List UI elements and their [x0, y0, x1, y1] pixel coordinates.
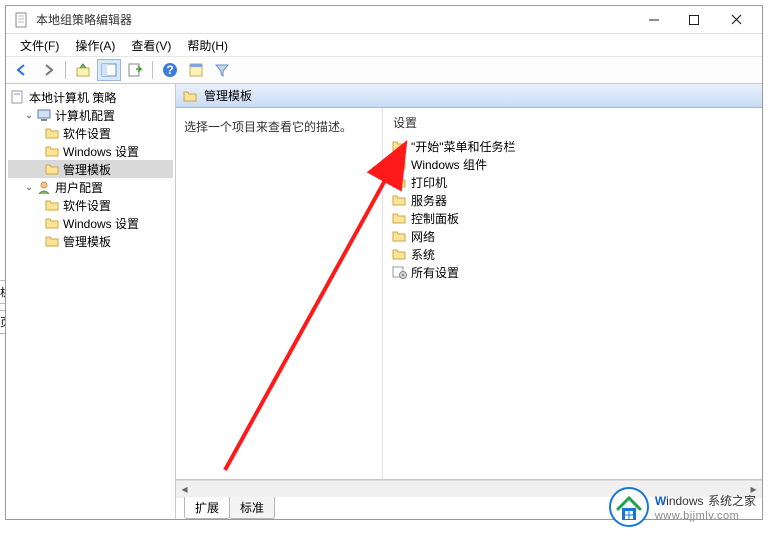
column-header-settings[interactable]: 设置 [389, 112, 756, 137]
folder-icon [391, 210, 407, 226]
path-label: 管理模板 [204, 87, 252, 104]
window-title: 本地组策略编辑器 [36, 11, 634, 28]
tree-windows-settings[interactable]: Windows 设置 [8, 142, 173, 160]
settings-list-icon [391, 264, 407, 280]
item-label: Windows 组件 [411, 156, 487, 173]
back-button[interactable] [10, 59, 34, 81]
tree-label: 计算机配置 [55, 107, 115, 124]
list-item[interactable]: 控制面板 [389, 209, 756, 227]
tree-u-admin[interactable]: 管理模板 [8, 232, 173, 250]
tab-standard[interactable]: 标准 [229, 497, 275, 519]
folder-icon [391, 156, 407, 172]
tree-label: 管理模板 [63, 233, 111, 250]
collapse-icon[interactable]: ⌄ [22, 182, 36, 193]
folder-icon [391, 174, 407, 190]
right-pane: 管理模板 选择一个项目来查看它的描述。 设置 "开始"菜单和任务栏 Window… [176, 84, 762, 519]
tree-label: 管理模板 [63, 161, 111, 178]
filter-button[interactable] [210, 59, 234, 81]
menu-help[interactable]: 帮助(H) [179, 35, 236, 56]
watermark: Windows 系统之家 www.bjjmlv.com [609, 487, 756, 527]
show-tree-button[interactable] [97, 59, 121, 81]
list-item[interactable]: "开始"菜单和任务栏 [389, 137, 756, 155]
forward-button[interactable] [36, 59, 60, 81]
list-item[interactable]: 打印机 [389, 173, 756, 191]
tree-label: 软件设置 [63, 125, 111, 142]
list-item[interactable]: Windows 组件 [389, 155, 756, 173]
item-label: 所有设置 [411, 264, 459, 281]
item-label: 控制面板 [411, 210, 459, 227]
export-button[interactable] [123, 59, 147, 81]
folder-icon [44, 161, 60, 177]
description-text: 选择一个项目来查看它的描述。 [184, 120, 352, 134]
item-label: 网络 [411, 228, 435, 245]
titlebar: 本地组策略编辑器 [6, 6, 762, 34]
tree-software-settings[interactable]: 软件设置 [8, 124, 173, 142]
item-label: 打印机 [411, 174, 447, 191]
watermark-url: www.bjjmlv.com [655, 510, 756, 522]
folder-icon [182, 88, 198, 104]
menubar: 文件(F) 操作(A) 查看(V) 帮助(H) [6, 34, 762, 56]
minimize-button[interactable] [634, 7, 674, 33]
svg-text:?: ? [166, 63, 173, 77]
folder-icon [44, 143, 60, 159]
folder-icon [44, 215, 60, 231]
app-icon [14, 12, 30, 28]
tree-label: 本地计算机 策略 [29, 89, 116, 106]
computer-icon [36, 107, 52, 123]
tab-extended[interactable]: 扩展 [184, 497, 230, 519]
close-button[interactable] [714, 7, 758, 33]
list-item[interactable]: 系统 [389, 245, 756, 263]
menu-view[interactable]: 查看(V) [123, 35, 179, 56]
list-item[interactable]: 服务器 [389, 191, 756, 209]
list-item[interactable]: 所有设置 [389, 263, 756, 281]
item-label: "开始"菜单和任务栏 [411, 138, 516, 155]
tree-root[interactable]: 本地计算机 策略 [8, 88, 173, 106]
policy-icon [10, 89, 26, 105]
tree-label: Windows 设置 [63, 143, 139, 160]
tree-user-config[interactable]: ⌄ 用户配置 [8, 178, 173, 196]
tree-u-windows[interactable]: Windows 设置 [8, 214, 173, 232]
folder-icon [44, 125, 60, 141]
user-icon [36, 179, 52, 195]
tree-admin-templates[interactable]: 管理模板 [8, 160, 173, 178]
maximize-button[interactable] [674, 7, 714, 33]
folder-icon [391, 228, 407, 244]
house-icon [609, 487, 649, 527]
watermark-title: Windows 系统之家 [655, 492, 756, 510]
folder-icon [44, 233, 60, 249]
folder-icon [44, 197, 60, 213]
list-pane[interactable]: 设置 "开始"菜单和任务栏 Windows 组件 打印机 服务器 控制面板 网络… [382, 108, 762, 479]
help-button[interactable]: ? [158, 59, 182, 81]
description-pane: 选择一个项目来查看它的描述。 [176, 108, 382, 479]
menu-action[interactable]: 操作(A) [67, 35, 123, 56]
properties-button[interactable] [184, 59, 208, 81]
tree-computer-config[interactable]: ⌄ 计算机配置 [8, 106, 173, 124]
folder-icon [391, 246, 407, 262]
folder-icon [391, 138, 407, 154]
tree-pane[interactable]: 本地计算机 策略 ⌄ 计算机配置 软件设置 Windows 设置 管理模板 ⌄ [6, 84, 176, 519]
menu-file[interactable]: 文件(F) [12, 35, 67, 56]
toolbar: ? [6, 56, 762, 84]
path-bar: 管理模板 [176, 84, 762, 108]
list-item[interactable]: 网络 [389, 227, 756, 245]
tree-label: 用户配置 [55, 179, 103, 196]
tree-u-software[interactable]: 软件设置 [8, 196, 173, 214]
scroll-left-button[interactable]: ◂ [176, 481, 193, 498]
app-window: 本地组策略编辑器 文件(F) 操作(A) 查看(V) 帮助(H) ? 本地计算机… [5, 5, 763, 520]
up-button[interactable] [71, 59, 95, 81]
tree-label: 软件设置 [63, 197, 111, 214]
tree-label: Windows 设置 [63, 215, 139, 232]
folder-icon [391, 192, 407, 208]
collapse-icon[interactable]: ⌄ [22, 110, 36, 121]
item-label: 服务器 [411, 192, 447, 209]
item-label: 系统 [411, 246, 435, 263]
